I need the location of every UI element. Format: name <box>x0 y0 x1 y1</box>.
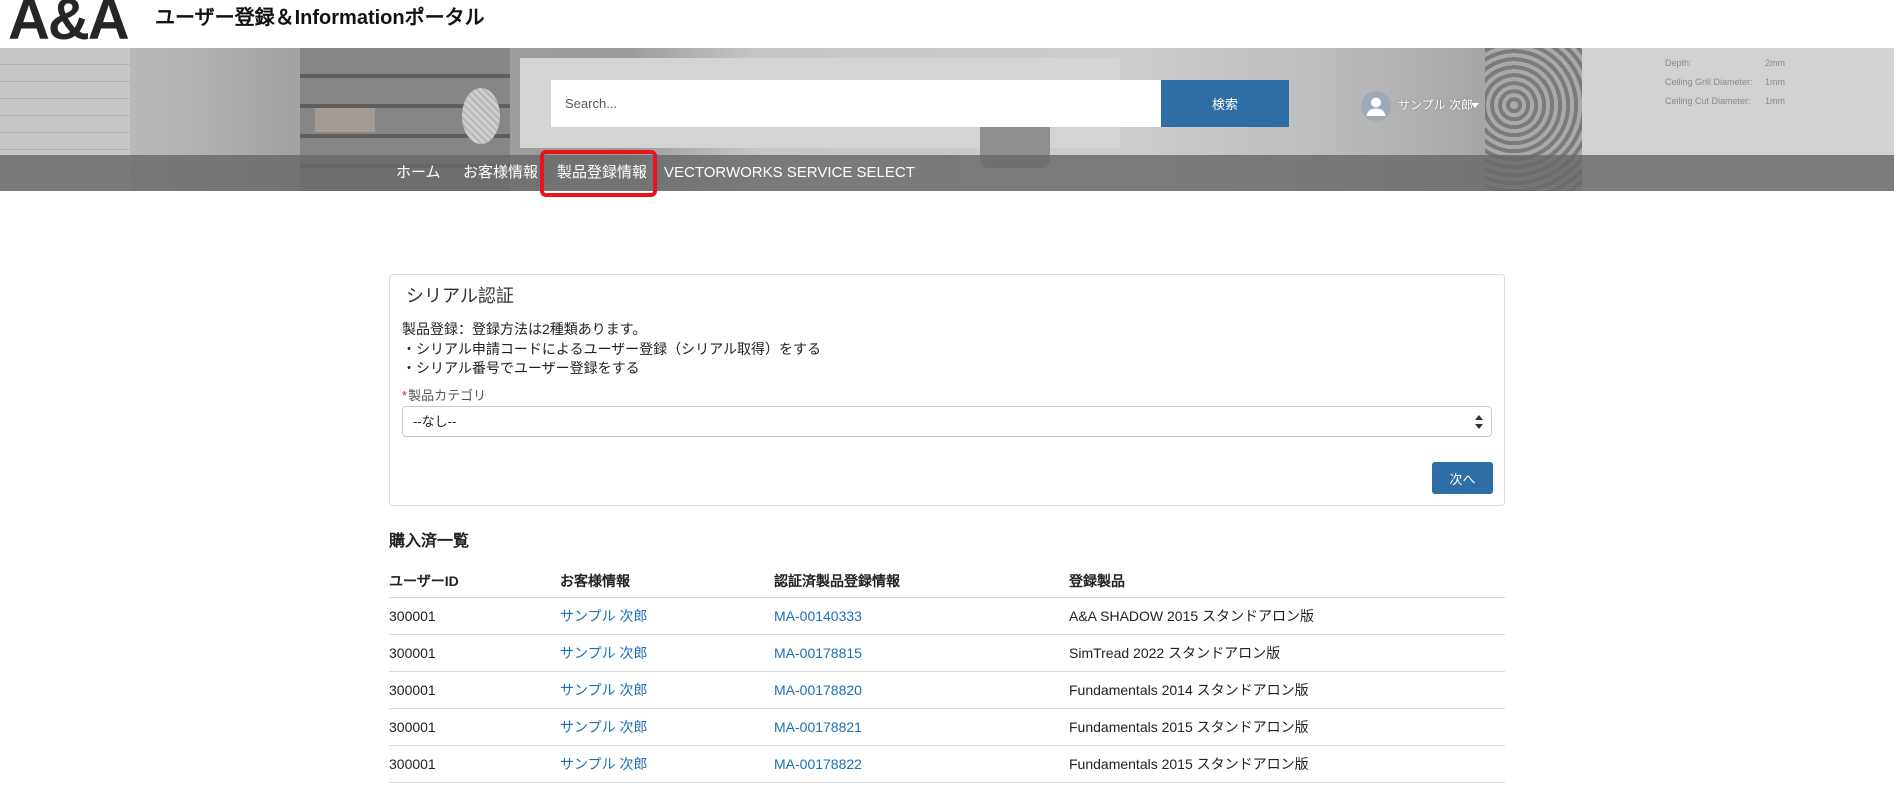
cell-user-id: 300001 <box>389 671 560 709</box>
caret-down-icon[interactable] <box>1471 103 1479 108</box>
registration-link[interactable]: MA-00178822 <box>774 756 862 772</box>
banner-decor-text: Depth: 2mm <box>1665 57 1785 69</box>
table-row: 300001 サンプル 次郎 MA-00178815 SimTread 2022… <box>389 634 1505 672</box>
banner-decor-label: Ceiling Cut Diameter: <box>1665 96 1751 106</box>
banner-decor-label: Ceiling Grill Diameter: <box>1665 77 1753 87</box>
banner-decor-text: Ceiling Cut Diameter: 1mm <box>1665 95 1785 107</box>
nav-item-customer-info[interactable]: お客様情報 <box>463 155 538 191</box>
customer-link[interactable]: サンプル 次郎 <box>560 645 647 661</box>
description-line: 製品登録：登録方法は2種類あります。 <box>402 321 647 337</box>
required-mark: * <box>402 388 408 403</box>
banner-decor-text: Ceiling Grill Diameter: 1mm <box>1665 76 1785 88</box>
card-title: シリアル認証 <box>406 286 514 306</box>
purchases-title: 購入済一覧 <box>389 533 470 550</box>
product-category-value: --なし-- <box>413 414 457 429</box>
table-header-row: ユーザーID お客様情報 認証済製品登録情報 登録製品 <box>389 565 1505 598</box>
banner-decor-value: 2mm <box>1765 58 1785 68</box>
user-avatar-icon[interactable] <box>1361 91 1391 121</box>
user-menu-name[interactable]: サンプル 次郎 <box>1398 96 1473 114</box>
product-category-label-text: 製品カテゴリ <box>408 388 487 403</box>
portal-title: ユーザー登録＆Informationポータル <box>155 7 485 29</box>
banner-decor-value: 1mm <box>1765 77 1785 87</box>
cell-product: Fundamentals 2015 スタンドアロン版 <box>1069 708 1505 746</box>
cell-product: A&A SHADOW 2015 スタンドアロン版 <box>1069 597 1505 635</box>
purchases-table: ユーザーID お客様情報 認証済製品登録情報 登録製品 300001 サンプル … <box>389 565 1505 783</box>
serial-auth-card: シリアル認証 製品登録：登録方法は2種類あります。 ・シリアル申請コードによるユ… <box>389 274 1505 506</box>
cell-user-id: 300001 <box>389 634 560 672</box>
cell-user-id: 300001 <box>389 597 560 635</box>
cell-product: Fundamentals 2014 スタンドアロン版 <box>1069 671 1505 709</box>
table-row: 300001 サンプル 次郎 MA-00178821 Fundamentals … <box>389 708 1505 746</box>
registration-link[interactable]: MA-00178821 <box>774 719 862 735</box>
product-category-label: *製品カテゴリ <box>402 388 486 404</box>
top-bar: A&A ユーザー登録＆Informationポータル <box>0 0 1894 50</box>
cell-user-id: 300001 <box>389 745 560 783</box>
nav-item-home[interactable]: ホーム <box>396 155 441 191</box>
cell-user-id: 300001 <box>389 708 560 746</box>
main-nav: ホーム お客様情報 製品登録情報 VECTORWORKS SERVICE SEL… <box>0 155 1894 191</box>
customer-link[interactable]: サンプル 次郎 <box>560 682 647 698</box>
brand-logo[interactable]: A&A <box>8 0 130 50</box>
table-row: 300001 サンプル 次郎 MA-00178820 Fundamentals … <box>389 671 1505 709</box>
description-line: ・シリアル申請コードによるユーザー登録（シリアル取得）をする <box>402 340 822 357</box>
banner-decor-label: Depth: <box>1665 58 1692 68</box>
registration-link[interactable]: MA-00178820 <box>774 682 862 698</box>
nav-item-service-select[interactable]: VECTORWORKS SERVICE SELECT <box>664 155 915 191</box>
column-header-product: 登録製品 <box>1069 565 1505 598</box>
banner-decor-vase <box>462 88 500 144</box>
customer-link[interactable]: サンプル 次郎 <box>560 756 647 772</box>
search-input[interactable] <box>551 80 1161 127</box>
cell-product: SimTread 2022 スタンドアロン版 <box>1069 634 1505 672</box>
banner-decor-books <box>315 108 375 132</box>
column-header-customer: お客様情報 <box>560 565 774 598</box>
product-category-select[interactable]: --なし-- <box>402 406 1492 437</box>
column-header-registration: 認証済製品登録情報 <box>774 565 1069 598</box>
nav-highlight-box <box>540 150 657 197</box>
table-row: 300001 サンプル 次郎 MA-00178822 Fundamentals … <box>389 745 1505 783</box>
description-line: ・シリアル番号でユーザー登録をする <box>402 360 640 376</box>
next-button[interactable]: 次へ <box>1432 462 1493 494</box>
registration-link[interactable]: MA-00178815 <box>774 645 862 661</box>
customer-link[interactable]: サンプル 次郎 <box>560 608 647 624</box>
registration-link[interactable]: MA-00140333 <box>774 608 862 624</box>
column-header-user-id: ユーザーID <box>389 565 560 598</box>
table-row: 300001 サンプル 次郎 MA-00140333 A&A SHADOW 20… <box>389 597 1505 635</box>
customer-link[interactable]: サンプル 次郎 <box>560 719 647 735</box>
banner-decor-value: 1mm <box>1765 96 1785 106</box>
search-button[interactable]: 検索 <box>1161 80 1289 127</box>
card-description: 製品登録：登録方法は2種類あります。 ・シリアル申請コードによるユーザー登録（シ… <box>402 320 821 379</box>
select-arrows-icon <box>1475 414 1483 435</box>
cell-product: Fundamentals 2015 スタンドアロン版 <box>1069 745 1505 783</box>
